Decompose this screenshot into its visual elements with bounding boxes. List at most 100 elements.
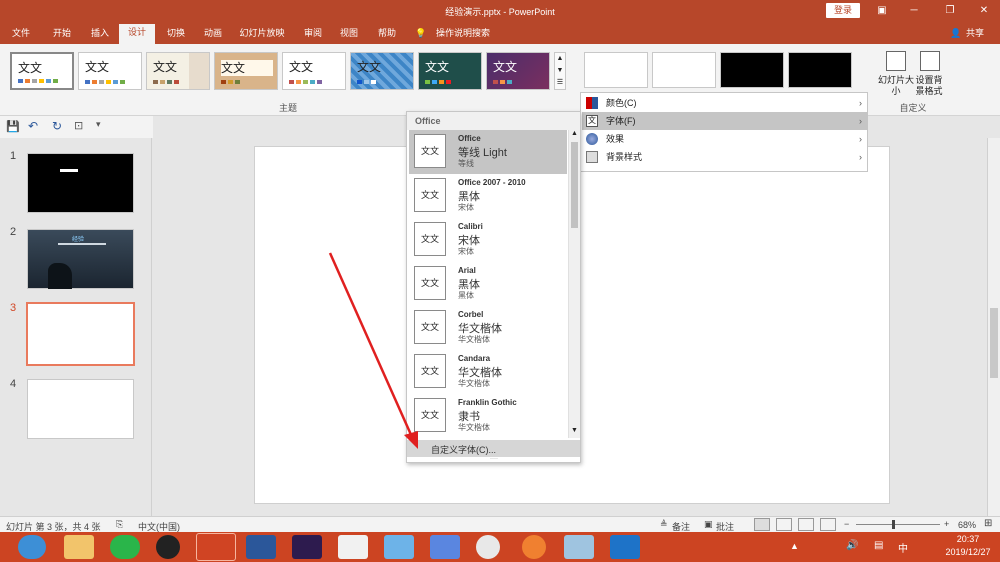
chevron-right-icon: ›: [859, 152, 862, 162]
theme-2[interactable]: 文文: [78, 52, 142, 90]
font-option-office[interactable]: 文文 Office 等线 Light 等线: [409, 130, 567, 174]
status-bar: 幻灯片 第 3 张，共 4 张 ⎘ 中文(中国) ≜ 备注 ▣ 批注 − + 6…: [0, 516, 1000, 532]
fit-to-window-icon[interactable]: ⊞: [984, 518, 992, 529]
menu-item-effects[interactable]: 效果 ›: [582, 130, 868, 148]
font-option-franklin-gothic[interactable]: 文文 Franklin Gothic 隶书 华文楷体: [409, 394, 567, 438]
undo-icon[interactable]: ↶: [28, 119, 38, 133]
minimize-icon[interactable]: ─: [904, 3, 924, 19]
zoom-level[interactable]: 68%: [958, 520, 976, 530]
customize-qat-icon[interactable]: ▾: [96, 119, 101, 130]
browser-360-icon[interactable]: [18, 535, 46, 559]
tab-slideshow[interactable]: 幻灯片放映: [232, 26, 292, 44]
tab-design[interactable]: 设计: [119, 24, 155, 44]
theme-6[interactable]: 文文: [350, 52, 414, 90]
menu-item-fonts[interactable]: 文 字体(F) ›: [582, 112, 868, 130]
share-button[interactable]: 共享: [962, 26, 988, 44]
normal-view-icon[interactable]: [754, 518, 770, 531]
slide-sorter-icon[interactable]: [776, 518, 792, 531]
font-option-arial[interactable]: 文文 Arial 黑体 黑体: [409, 262, 567, 306]
zoom-slider[interactable]: [856, 524, 940, 525]
tab-home[interactable]: 开始: [44, 26, 80, 44]
font-option-calibri[interactable]: 文文 Calibri 宋体 宋体: [409, 218, 567, 262]
theme-gallery-scroll[interactable]: ▲ ▼ ☰: [554, 52, 566, 90]
slide-size-icon[interactable]: [886, 51, 906, 71]
ribbon-tab-bar: 文件 开始 插入 设计 切换 动画 幻灯片放映 审阅 视图 帮助 💡 操作说明搜…: [0, 22, 1000, 44]
tray-expand-icon[interactable]: ▲: [790, 541, 799, 551]
scroll-thumb[interactable]: [990, 308, 998, 378]
variant-2[interactable]: [652, 52, 716, 88]
dropdown-scrollbar[interactable]: ▲ ▼: [568, 130, 580, 438]
zoom-out-icon[interactable]: −: [844, 519, 849, 529]
app-icon[interactable]: [338, 535, 368, 559]
tab-transitions[interactable]: 切换: [158, 26, 194, 44]
word-icon[interactable]: [246, 535, 276, 559]
slide-thumbnail-2[interactable]: 经验: [27, 229, 134, 289]
slides-panel: 1 2 经验 3 4: [0, 138, 152, 516]
customize-group-label: 自定义: [899, 103, 927, 113]
network-icon[interactable]: ▤: [874, 540, 883, 551]
chrome-icon[interactable]: [476, 535, 500, 559]
font-option-corbel[interactable]: 文文 Corbel 华文楷体 华文楷体: [409, 306, 567, 350]
reading-view-icon[interactable]: [798, 518, 814, 531]
slideshow-view-icon[interactable]: [820, 518, 836, 531]
close-icon[interactable]: ✕: [974, 3, 994, 19]
font-option-office-2007[interactable]: 文文 Office 2007 - 2010 黑体 宋体: [409, 174, 567, 218]
premiere-icon[interactable]: [292, 535, 322, 559]
menu-item-colors[interactable]: 颜色(C) ›: [582, 94, 868, 112]
scroll-down-icon[interactable]: ▼: [570, 427, 579, 437]
tab-help[interactable]: 帮助: [370, 26, 404, 44]
tab-review[interactable]: 审阅: [296, 26, 330, 44]
restore-icon[interactable]: ❐: [940, 3, 960, 19]
ime-indicator[interactable]: 中: [898, 540, 908, 555]
spellcheck-icon[interactable]: ⎘: [116, 519, 123, 530]
format-background-button[interactable]: 设置背景格式: [914, 75, 944, 97]
login-button[interactable]: 登录: [826, 3, 860, 18]
slide-thumbnail-1[interactable]: [27, 153, 134, 213]
vertical-scrollbar[interactable]: [987, 138, 1000, 516]
feishu-icon[interactable]: [430, 535, 460, 559]
tab-insert[interactable]: 插入: [82, 26, 118, 44]
notes-icon: ≜: [660, 519, 668, 529]
qq-icon[interactable]: [156, 535, 180, 559]
app-bird-icon[interactable]: [384, 535, 414, 559]
scroll-thumb[interactable]: [571, 142, 578, 228]
slide-thumbnail-3-selected[interactable]: [26, 302, 135, 366]
variant-4[interactable]: [788, 52, 852, 88]
format-background-icon[interactable]: [920, 51, 940, 71]
app-window-icon[interactable]: [564, 535, 594, 559]
zoom-slider-thumb[interactable]: [892, 520, 895, 529]
theme-office[interactable]: 文文: [10, 52, 74, 90]
theme-5[interactable]: 文文: [282, 52, 346, 90]
variant-3[interactable]: [720, 52, 784, 88]
theme-4[interactable]: 文文: [214, 52, 278, 90]
scroll-up-icon[interactable]: ▲: [570, 130, 579, 140]
font-option-candara[interactable]: 文文 Candara 华文楷体 华文楷体: [409, 350, 567, 394]
volume-icon[interactable]: 🔊: [846, 540, 858, 551]
redo-icon[interactable]: ↻: [52, 119, 62, 133]
slide-thumbnail-4[interactable]: [27, 379, 134, 439]
slide-size-button[interactable]: 幻灯片大小: [878, 75, 914, 97]
app-orange-icon[interactable]: [522, 535, 546, 559]
file-explorer-icon[interactable]: [64, 535, 94, 559]
tell-me-search[interactable]: 操作说明搜索: [432, 26, 494, 44]
theme-3[interactable]: 文文: [146, 52, 210, 90]
wps-icon[interactable]: [610, 535, 640, 559]
save-icon[interactable]: 💾: [6, 120, 20, 133]
tab-animations[interactable]: 动画: [195, 26, 231, 44]
custom-fonts-button[interactable]: 自定义字体(C)...: [407, 440, 580, 457]
clock-time[interactable]: 20:37: [940, 534, 996, 544]
ribbon-display-options-icon[interactable]: ▣: [872, 3, 892, 19]
zoom-in-icon[interactable]: +: [944, 519, 949, 529]
resize-grip-icon[interactable]: ····: [487, 456, 501, 462]
menu-item-background-styles[interactable]: 背景样式 ›: [582, 148, 868, 166]
color-palette-icon: [586, 97, 598, 109]
theme-8[interactable]: 文文: [486, 52, 550, 90]
tab-file[interactable]: 文件: [6, 26, 36, 44]
wechat-icon[interactable]: [110, 535, 140, 559]
theme-7[interactable]: 文文: [418, 52, 482, 90]
variant-1[interactable]: [584, 52, 648, 88]
start-slideshow-icon[interactable]: ⊡: [74, 119, 83, 132]
powerpoint-taskbar-icon[interactable]: [196, 533, 236, 561]
tab-view[interactable]: 视图: [332, 26, 366, 44]
clock-date[interactable]: 2019/12/27: [940, 547, 996, 557]
